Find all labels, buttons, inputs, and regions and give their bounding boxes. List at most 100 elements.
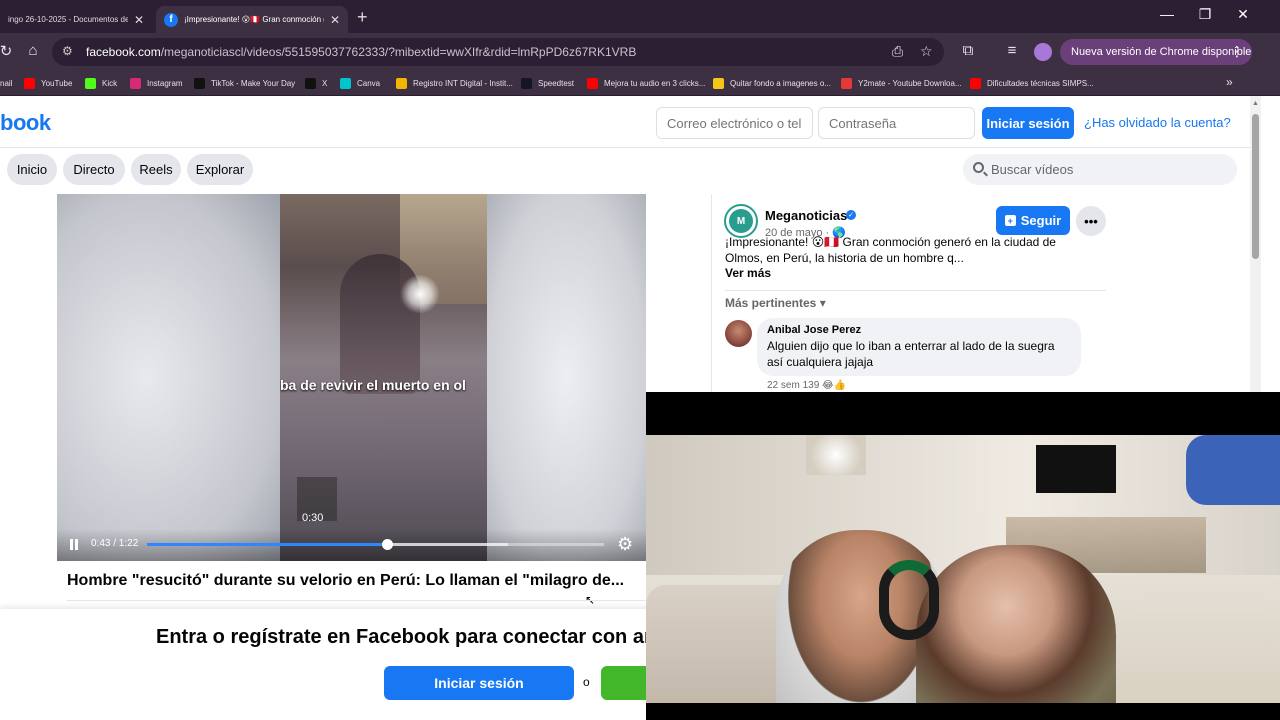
comment-bubble: Anibal Jose Perez Alguien dijo que lo ib… <box>757 318 1081 376</box>
restore-icon[interactable]: ❐ <box>1195 6 1215 23</box>
kick-icon <box>85 77 96 89</box>
nav-explorar[interactable]: Explorar <box>187 154 253 185</box>
nav-directo[interactable]: Directo <box>63 154 125 185</box>
bookmarks-bar: » nail YouTube Kick Instagram TikTok - Make … <box>0 70 1280 96</box>
tab-documents[interactable]: ingo 26-10-2025 - Documentos de G ✕ <box>0 6 152 33</box>
bookmark-label: Canva <box>357 78 381 88</box>
youtube-icon <box>970 77 981 89</box>
commenter-avatar[interactable] <box>725 320 752 347</box>
bookmark-item[interactable]: Canva <box>340 76 380 90</box>
close-tab-icon[interactable]: ✕ <box>134 13 144 27</box>
webcam-scene <box>646 435 1280 703</box>
address-bar[interactable]: ⚙ facebook.com/meganoticiascl/videos/551… <box>52 38 944 66</box>
or-label: o <box>583 675 590 689</box>
bookmark-item[interactable]: TikTok - Make Your Day <box>194 76 295 90</box>
banner-login-button[interactable]: Iniciar sesión <box>384 666 574 700</box>
bookmark-label: Mejora tu audio en 3 clicks... <box>604 78 706 88</box>
tiktok-icon <box>194 77 205 89</box>
speedtest-icon <box>521 77 532 89</box>
url-text[interactable]: facebook.com/meganoticiascl/videos/55159… <box>86 45 636 59</box>
tab-facebook-video[interactable]: f ¡Impresionante! 😮🇵🇪 Gran conmoción ge … <box>156 6 348 33</box>
headset-icon <box>879 560 939 640</box>
reload-icon[interactable]: ↻ <box>0 42 16 60</box>
bookmark-item[interactable]: X <box>305 76 327 90</box>
video-blur-right <box>487 194 646 561</box>
youtube-icon <box>24 77 35 89</box>
comment-sort-dropdown[interactable]: Más pertinentes ▾ <box>725 296 826 310</box>
instagram-icon <box>130 77 141 89</box>
extensions-icon[interactable]: ⧉ <box>958 42 978 59</box>
follow-button[interactable]: + Seguir <box>996 206 1070 235</box>
bookmark-label: YouTube <box>41 78 73 88</box>
minimize-icon[interactable]: — <box>1157 6 1177 22</box>
site-info-icon[interactable]: ⚙ <box>62 44 78 60</box>
webcam-person-right <box>916 545 1116 703</box>
scroll-up-icon[interactable]: ▲ <box>1252 100 1259 107</box>
page-scrollbar[interactable]: ▲ <box>1250 96 1261 392</box>
facebook-logo[interactable]: book <box>0 110 51 136</box>
follow-page-icon: + <box>1004 215 1016 226</box>
bookmark-item[interactable]: Mejora tu audio en 3 clicks... <box>587 76 705 90</box>
webcam-tv <box>1036 445 1116 493</box>
bookmark-label: Instagram <box>147 78 183 88</box>
video-search-input[interactable]: Buscar vídeos <box>963 154 1237 185</box>
bookmark-item[interactable]: Quitar fondo a imagenes o... <box>713 76 831 90</box>
x-icon <box>305 77 316 89</box>
nav-reels[interactable]: Reels <box>131 154 181 185</box>
media-control-icon[interactable]: ≡ <box>1002 42 1022 59</box>
facebook-header: book Iniciar sesión ¿Has olvidado la cue… <box>0 96 1250 148</box>
webcam-overlay <box>646 392 1280 720</box>
profile-avatar-icon[interactable] <box>1034 43 1052 61</box>
email-field[interactable] <box>656 107 813 139</box>
bookmark-item[interactable]: nail <box>0 76 12 90</box>
webcam-lamp <box>806 435 866 475</box>
chrome-toolbar: ↻ ⌂ ⚙ facebook.com/meganoticiascl/videos… <box>0 33 1280 70</box>
search-icon <box>973 162 984 173</box>
more-bookmarks-icon[interactable]: » <box>1226 75 1233 89</box>
bookmark-star-icon[interactable]: ☆ <box>920 43 933 60</box>
scrollbar-thumb[interactable] <box>1252 114 1259 259</box>
login-banner-title: Entra o regístrate en Facebook para cone… <box>156 626 662 648</box>
chevron-down-icon: ▾ <box>819 296 826 310</box>
close-window-icon[interactable]: ✕ <box>1233 6 1253 23</box>
more-options-icon[interactable]: ••• <box>1076 206 1106 236</box>
bookmark-item[interactable]: Registro INT Digital - Instit... <box>396 76 513 90</box>
bookmark-label: Quitar fondo a imagenes o... <box>730 78 831 88</box>
page-margin <box>1261 96 1280 392</box>
forgot-account-link[interactable]: ¿Has olvidado la cuenta? <box>1084 115 1231 130</box>
divider <box>67 600 646 601</box>
install-app-icon[interactable]: ⎙ <box>892 43 903 60</box>
close-tab-icon[interactable]: ✕ <box>330 13 340 27</box>
bookmark-item[interactable]: Kick <box>85 76 117 90</box>
bookmark-item[interactable]: Dificultades técnicas SIMPS... <box>970 76 1094 90</box>
password-field[interactable] <box>818 107 975 139</box>
new-tab-icon[interactable]: + <box>357 7 368 28</box>
divider <box>725 290 1106 291</box>
bookmark-item[interactable]: Speedtest <box>521 76 574 90</box>
bookmark-item[interactable]: Y2mate - Youtube Downloa... <box>841 76 962 90</box>
bookmark-label: TikTok - Make Your Day <box>211 78 296 88</box>
bookmark-item[interactable]: Instagram <box>130 76 183 90</box>
settings-gear-icon[interactable]: ⚙ <box>617 534 633 555</box>
tab-title: ingo 26-10-2025 - Documentos de G <box>8 15 128 24</box>
pause-icon[interactable] <box>69 539 79 550</box>
home-icon[interactable]: ⌂ <box>23 42 43 59</box>
search-placeholder: Buscar vídeos <box>991 162 1074 177</box>
video-blur-left <box>57 194 280 561</box>
progress-handle[interactable] <box>381 539 393 550</box>
webcam-blue-object <box>1186 435 1280 505</box>
see-more-link[interactable]: Ver más <box>725 266 771 280</box>
page-avatar[interactable]: M <box>724 204 758 238</box>
registro-icon <box>396 77 407 89</box>
chrome-update-button[interactable]: Nueva versión de Chrome disponible ⋮ <box>1060 39 1252 65</box>
bookmark-item[interactable]: YouTube <box>24 76 72 90</box>
video-player[interactable]: ba de revivir el muerto en ol 0:30 0:43 … <box>57 194 646 561</box>
page-name[interactable]: Meganoticias <box>765 208 847 223</box>
nav-inicio[interactable]: Inicio <box>7 154 57 185</box>
video-title[interactable]: Hombre "resucitó" durante su velorio en … <box>67 572 624 590</box>
login-button[interactable]: Iniciar sesión <box>982 107 1074 139</box>
comment-author[interactable]: Anibal Jose Perez <box>767 324 1071 336</box>
y2mate-icon <box>841 77 852 89</box>
progress-bar[interactable] <box>147 539 604 550</box>
chrome-menu-icon[interactable]: ⋮ <box>1230 43 1244 60</box>
